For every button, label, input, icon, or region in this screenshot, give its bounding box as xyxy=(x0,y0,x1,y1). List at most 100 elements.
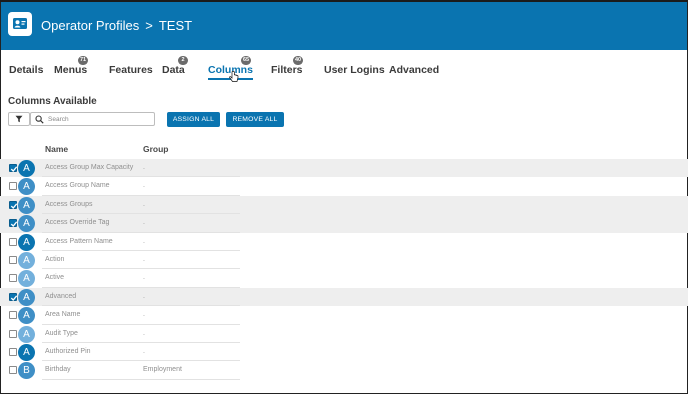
column-group: . xyxy=(143,311,145,319)
table-row[interactable]: A Advanced. xyxy=(0,287,688,307)
row-checkbox[interactable] xyxy=(9,219,18,228)
tab-label: Menus xyxy=(54,64,88,76)
section-title: Columns Available xyxy=(8,96,97,107)
column-group: . xyxy=(143,200,145,208)
column-name: Action xyxy=(45,255,65,263)
column-group: . xyxy=(143,329,145,337)
row-checkbox[interactable] xyxy=(9,274,17,283)
column-group: . xyxy=(143,292,145,300)
letter-avatar: A xyxy=(18,251,35,269)
column-group: Employment xyxy=(143,366,182,374)
table-row[interactable]: A Access Group Name. xyxy=(0,177,688,196)
table-row[interactable]: A Access Groups. xyxy=(0,195,688,215)
tab-label: Data xyxy=(162,64,185,76)
column-group: . xyxy=(143,237,145,245)
breadcrumb-separator: > xyxy=(145,18,153,33)
row-checkbox[interactable] xyxy=(9,237,17,246)
column-header-name[interactable]: Name xyxy=(45,144,68,154)
table-row[interactable]: A Access Group Max Capacity. xyxy=(0,159,688,178)
row-checkbox[interactable] xyxy=(9,347,17,356)
table-row[interactable]: A Authorized Pin. xyxy=(0,343,688,362)
letter-avatar: A xyxy=(18,233,35,251)
search-input[interactable] xyxy=(48,114,152,124)
letter-avatar: B xyxy=(18,362,35,380)
table-row[interactable]: B Birthday Employment xyxy=(0,361,688,380)
column-group: . xyxy=(143,182,145,190)
assign-all-button[interactable]: ASSIGN ALL xyxy=(167,112,220,127)
row-checkbox[interactable] xyxy=(9,329,17,338)
filter-icon xyxy=(15,115,23,123)
table-row[interactable]: A Action. xyxy=(0,251,688,270)
tab-advanced[interactable]: Advanced xyxy=(389,64,439,76)
column-name: Advanced xyxy=(45,292,77,300)
row-checkbox[interactable] xyxy=(9,311,17,320)
column-name: Access Group Max Capacity xyxy=(45,164,134,171)
tab-user-logins[interactable]: User Logins xyxy=(324,64,385,76)
table-row[interactable]: A Access Pattern Name. xyxy=(0,233,688,251)
row-checkbox[interactable] xyxy=(9,255,17,264)
column-group: . xyxy=(143,255,145,263)
column-name: Access Group Name xyxy=(45,182,110,190)
letter-avatar: A xyxy=(18,325,35,343)
profile-card-icon[interactable] xyxy=(8,12,32,36)
search-field[interactable] xyxy=(30,112,155,126)
columns-list: A Access Group Max Capacity. A Access Group… xyxy=(0,159,688,380)
column-header-group[interactable]: Group xyxy=(143,144,169,154)
tab-menus[interactable]: Menus 71 xyxy=(54,56,89,76)
table-row[interactable]: A Audit Type. xyxy=(0,325,688,343)
table-row[interactable]: A Access Override Tag. xyxy=(0,214,688,233)
tab-label: Filters xyxy=(271,64,303,76)
search-icon xyxy=(35,115,44,124)
letter-avatar: A xyxy=(18,178,35,196)
count-badge: 40 xyxy=(293,56,304,65)
column-name: Access Override Tag xyxy=(45,219,110,227)
table-row[interactable]: A Area Name. xyxy=(0,306,688,325)
row-divider xyxy=(42,378,240,380)
tab-data[interactable]: Data 2 xyxy=(162,56,188,76)
checkmark-icon xyxy=(10,221,18,228)
tab-label: User Logins xyxy=(324,64,385,76)
count-badge: 2 xyxy=(178,56,188,65)
column-name: Access Groups xyxy=(45,200,93,208)
breadcrumb: Operator Profiles > TEST xyxy=(41,18,192,33)
column-group: . xyxy=(143,347,145,355)
count-badge: 65 xyxy=(241,56,252,65)
count-badge: 71 xyxy=(78,56,89,65)
row-checkbox[interactable] xyxy=(9,164,18,172)
app-header: Operator Profiles > TEST xyxy=(1,2,687,50)
tab-details[interactable]: Details xyxy=(9,64,43,76)
letter-avatar: A xyxy=(18,270,35,288)
letter-avatar: A xyxy=(18,196,35,214)
tab-label: Details xyxy=(9,64,44,76)
column-name: Active xyxy=(45,274,65,282)
breadcrumb-record: TEST xyxy=(158,18,193,33)
column-group: . xyxy=(143,219,145,227)
column-name: Area Name xyxy=(45,311,81,319)
row-checkbox[interactable] xyxy=(9,366,17,375)
tab-bar: Details Menus 71 Features Data 2 Columns 65… xyxy=(0,52,688,88)
row-checkbox[interactable] xyxy=(9,292,18,301)
checkmark-icon xyxy=(10,166,18,172)
filter-button[interactable] xyxy=(8,112,30,126)
row-checkbox[interactable] xyxy=(9,200,18,209)
letter-avatar: A xyxy=(18,160,35,177)
column-name: Audit Type xyxy=(45,329,78,337)
letter-avatar: A xyxy=(18,307,35,325)
row-checkbox[interactable] xyxy=(9,182,17,191)
table-row[interactable]: A Active. xyxy=(0,269,688,288)
tab-label: Advanced xyxy=(389,64,440,76)
letter-avatar: A xyxy=(18,215,35,233)
letter-avatar: A xyxy=(18,288,35,306)
tab-features[interactable]: Features xyxy=(109,64,153,76)
column-group: . xyxy=(143,164,145,171)
column-name: Birthday xyxy=(45,366,71,374)
column-group: . xyxy=(143,274,145,282)
tab-filters[interactable]: Filters 40 xyxy=(271,56,304,76)
checkmark-icon xyxy=(10,295,18,301)
letter-avatar: A xyxy=(18,343,35,361)
column-name: Authorized Pin xyxy=(45,347,91,355)
remove-all-button[interactable]: REMOVE ALL xyxy=(226,112,284,127)
column-name: Access Pattern Name xyxy=(45,237,113,245)
breadcrumb-module[interactable]: Operator Profiles xyxy=(41,18,139,33)
tab-label: Features xyxy=(109,64,153,76)
